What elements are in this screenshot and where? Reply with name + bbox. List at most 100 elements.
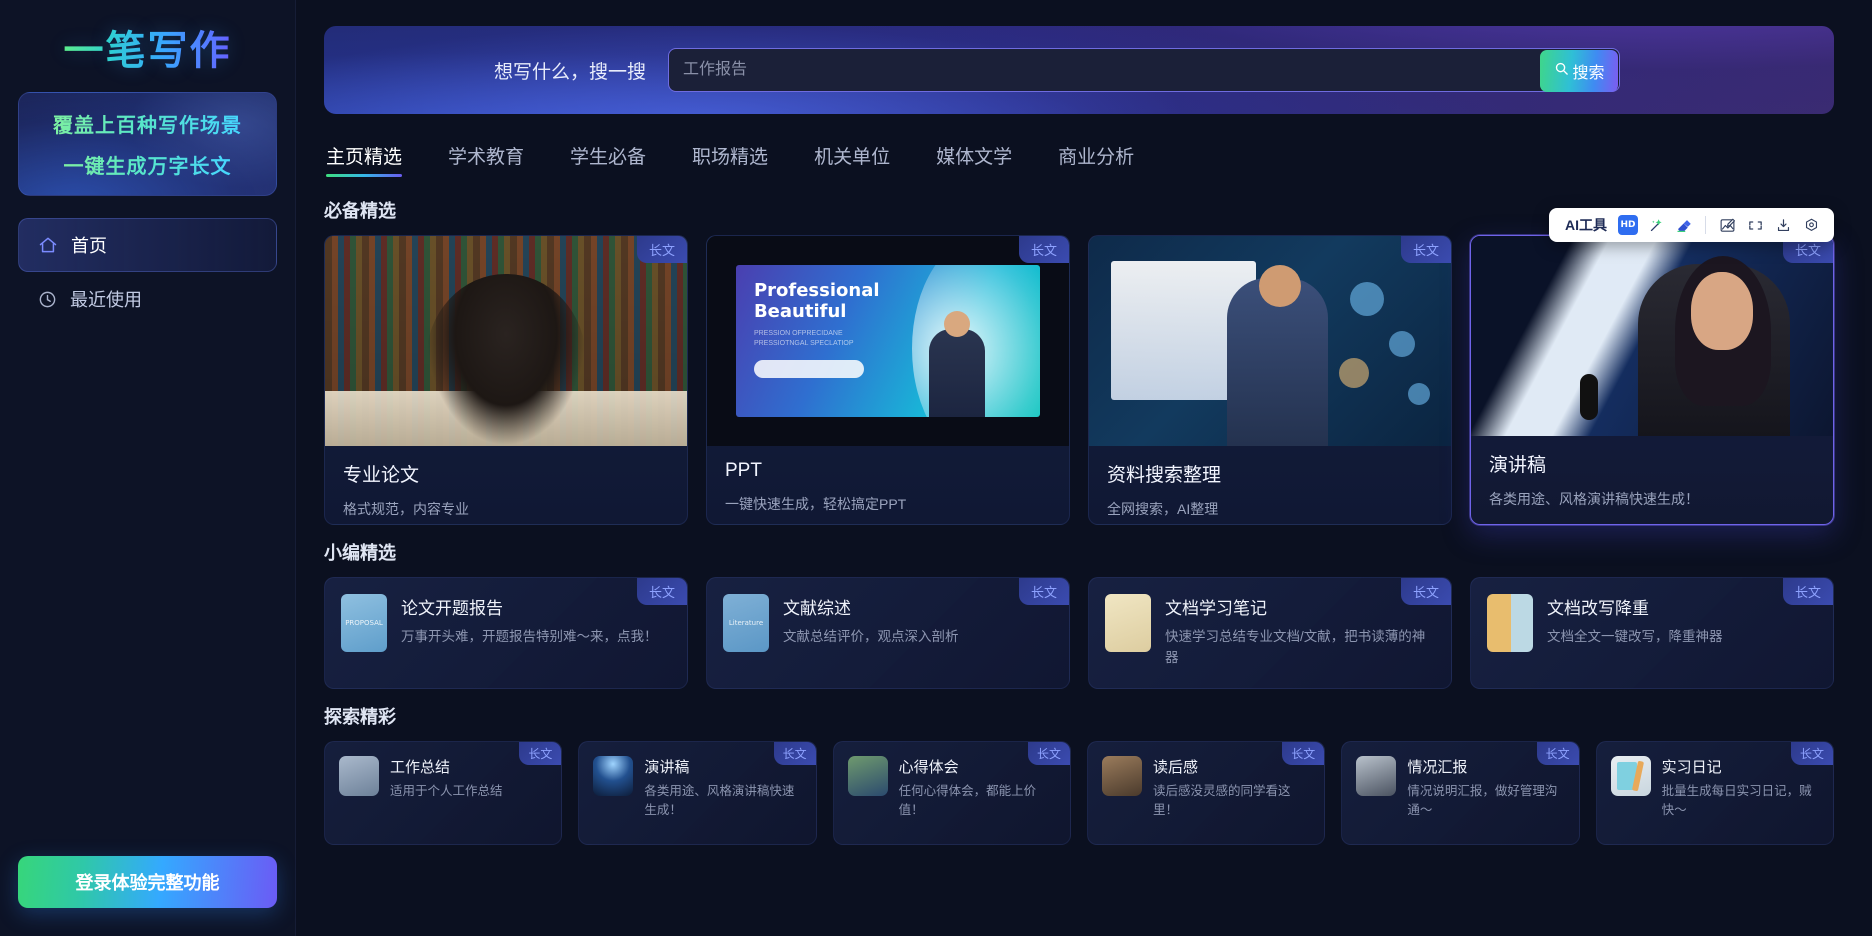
tab-media-literature[interactable]: 媒体文学 xyxy=(934,130,1014,183)
logo-text: 一笔写作 xyxy=(64,18,232,76)
card-thumbnail-reading-student xyxy=(1101,756,1142,796)
card-desc: 各类用途、风格演讲稿快速生成！ xyxy=(1489,491,1699,507)
featured-card-research[interactable]: 长文 资料搜索整理 全网搜索，AI整理 xyxy=(1088,235,1452,525)
card-thumbnail-rewrite xyxy=(1487,594,1533,652)
app-root: 一笔写作 覆盖上百种写作场景 一键生成万字长文 首页 最近使用 登录体验完整功能 xyxy=(0,0,1872,936)
explore-card-speech[interactable]: 长文 演讲稿 各类用途、风格演讲稿快速生成！ xyxy=(578,741,817,845)
explore-card-reflection[interactable]: 长文 心得体会 任何心得体会，都能上价值！ xyxy=(832,741,1071,845)
category-tabs: 主页精选 学术教育 学生必备 职场精选 机关单位 媒体文学 商业分析 xyxy=(296,114,1872,183)
clock-icon xyxy=(36,288,58,310)
sidebar-item-home-label: 首页 xyxy=(71,236,107,256)
toolbar-divider xyxy=(1705,216,1706,234)
thumb-label: Literature xyxy=(728,619,764,627)
image-edit-icon[interactable] xyxy=(1714,212,1740,238)
featured-card-speech[interactable]: 长文 演讲稿 各类用途、风格演讲稿快速生成！ xyxy=(1470,235,1834,525)
explore-card-status-report[interactable]: 长文 情况汇报 情况说明汇报，做好管理沟通～ xyxy=(1341,741,1580,845)
card-desc: 各类用途、风格演讲稿快速生成！ xyxy=(644,784,795,817)
card-title: 文档学习笔记 xyxy=(1165,599,1267,618)
search-icon xyxy=(1554,61,1569,81)
card-title: 文献综述 xyxy=(783,599,851,618)
card-thumbnail-student-thinking xyxy=(847,756,888,796)
editor-card-rewrite[interactable]: 长文 文档改写降重 文档全文一键改写，降重神器 xyxy=(1470,577,1834,689)
card-title: 专业论文 xyxy=(343,465,420,486)
tab-workplace-featured[interactable]: 职场精选 xyxy=(690,130,770,183)
settings-icon[interactable] xyxy=(1798,212,1824,238)
status-badge: 长文 xyxy=(1400,578,1451,605)
status-badge: 长文 xyxy=(1018,236,1069,263)
editor-card-row: 长文 PROPOSAL 论文开题报告 万事开头难，开题报告特别难～来，点我！ 长… xyxy=(296,577,1872,689)
card-desc: 读后感没灵感的同学看这里！ xyxy=(1152,784,1291,817)
status-badge: 长文 xyxy=(1018,578,1069,605)
explore-card-row: 长文 工作总结 适用于个人工作总结 长文 演讲稿 各类用途、风格演讲稿快速生成！… xyxy=(296,741,1872,845)
explore-card-book-report[interactable]: 长文 读后感 读后感没灵感的同学看这里！ xyxy=(1086,741,1326,845)
tab-home-featured[interactable]: 主页精选 xyxy=(324,130,404,183)
card-thumbnail-notes xyxy=(1105,594,1151,652)
home-icon xyxy=(37,234,59,256)
card-thumbnail-stage-speaker xyxy=(593,756,634,796)
sidebar-item-home[interactable]: 首页 xyxy=(18,218,277,272)
magic-wand-icon[interactable] xyxy=(1643,212,1669,238)
tab-business-analysis[interactable]: 商业分析 xyxy=(1056,130,1136,183)
crop-icon[interactable] xyxy=(1742,212,1768,238)
card-desc: 适用于个人工作总结 xyxy=(390,784,503,798)
section-title-editor-picks: 小编精选 xyxy=(324,543,396,563)
promo-banner[interactable]: 覆盖上百种写作场景 一键生成万字长文 xyxy=(18,92,277,196)
featured-card-ppt[interactable]: 长文 Professional Beautiful PRESSION OFPRE… xyxy=(706,235,1070,525)
editor-card-proposal[interactable]: 长文 PROPOSAL 论文开题报告 万事开头难，开题报告特别难～来，点我！ xyxy=(324,577,688,689)
ai-tools-button[interactable]: AI工具 xyxy=(1559,212,1613,238)
card-desc: 任何心得体会，都能上价值！ xyxy=(898,784,1037,817)
search-prompt-label: 想写什么，搜一搜 xyxy=(494,61,647,83)
card-thumbnail-proposal: PROPOSAL xyxy=(341,594,387,652)
eraser-icon[interactable] xyxy=(1671,212,1697,238)
search-input[interactable] xyxy=(669,49,1620,91)
card-title: PPT xyxy=(725,460,762,481)
hero-search-banner: 想写什么，搜一搜 搜索 xyxy=(324,26,1834,114)
sidebar: 一笔写作 覆盖上百种写作场景 一键生成万字长文 首页 最近使用 登录体验完整功能 xyxy=(0,0,296,936)
card-title: 文档改写降重 xyxy=(1547,599,1649,618)
search-button[interactable]: 搜索 xyxy=(1540,50,1619,92)
status-badge: 长文 xyxy=(1282,742,1325,765)
card-desc: 文档全文一键改写，降重神器 xyxy=(1547,629,1723,644)
login-button[interactable]: 登录体验完整功能 xyxy=(18,856,277,908)
card-title: 演讲稿 xyxy=(1489,455,1547,476)
microphone-icon xyxy=(1579,374,1598,420)
card-image-speaker xyxy=(1471,236,1833,436)
search-button-label: 搜索 xyxy=(1572,65,1605,82)
thumb-label: PROPOSAL xyxy=(345,619,383,627)
card-title: 论文开题报告 xyxy=(401,599,503,618)
ppt-pill xyxy=(753,359,864,378)
promo-line-2: 一键生成万字长文 xyxy=(64,150,232,179)
status-badge: 长文 xyxy=(1400,236,1451,263)
ppt-headline: Professional Beautiful xyxy=(753,280,880,323)
status-badge: 长文 xyxy=(636,578,687,605)
editor-card-literature-review[interactable]: 长文 Literature 文献综述 文献总结评价，观点深入剖析 xyxy=(706,577,1070,689)
person-head-icon xyxy=(1259,265,1302,308)
card-desc: 批量生成每日实习日记，贼快～ xyxy=(1661,784,1812,817)
presenter-figure-icon xyxy=(929,328,986,417)
sidebar-item-recent[interactable]: 最近使用 xyxy=(18,272,277,326)
logo[interactable]: 一笔写作 xyxy=(0,0,295,86)
featured-card-thesis[interactable]: 长文 专业论文 格式规范，内容专业 xyxy=(324,235,688,525)
card-desc: 一键快速生成，轻松搞定PPT xyxy=(725,496,907,512)
card-desc: 格式规范，内容专业 xyxy=(343,501,469,517)
explore-card-work-summary[interactable]: 长文 工作总结 适用于个人工作总结 xyxy=(324,741,563,845)
sidebar-nav: 首页 最近使用 xyxy=(0,218,295,326)
status-badge: 长文 xyxy=(519,742,562,765)
person-head-icon xyxy=(1691,272,1754,350)
featured-card-row: 长文 专业论文 格式规范，内容专业 长文 Professional Beauti… xyxy=(296,235,1872,525)
card-desc: 万事开头难，开题报告特别难～来，点我！ xyxy=(401,629,658,644)
card-thumbnail-office-person xyxy=(339,756,379,796)
download-icon[interactable] xyxy=(1770,212,1796,238)
hd-badge-icon[interactable]: HD xyxy=(1615,212,1641,238)
tab-academic-education[interactable]: 学术教育 xyxy=(446,130,526,183)
card-thumbnail-literature: Literature xyxy=(723,594,769,652)
card-thumbnail-notebook xyxy=(1610,756,1651,796)
search-bar[interactable]: 搜索 xyxy=(668,48,1621,92)
tab-government-units[interactable]: 机关单位 xyxy=(812,130,892,183)
floating-image-toolbar[interactable]: AI工具 HD xyxy=(1549,208,1834,242)
explore-card-internship-diary[interactable]: 长文 实习日记 批量生成每日实习日记，贼快～ xyxy=(1595,741,1834,845)
status-badge: 长文 xyxy=(1790,742,1833,765)
tab-student-essentials[interactable]: 学生必备 xyxy=(568,130,648,183)
editor-card-study-notes[interactable]: 长文 文档学习笔记 快速学习总结专业文档/文献，把书读薄的神器 xyxy=(1088,577,1452,689)
card-image-library xyxy=(325,236,687,446)
